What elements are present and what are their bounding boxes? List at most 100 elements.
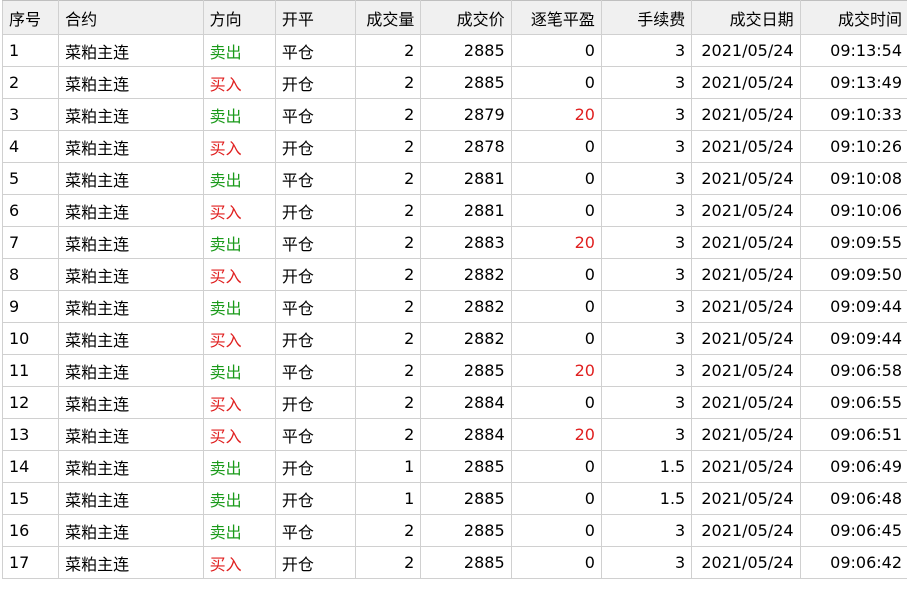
cell-contract: 菜粕主连: [58, 130, 204, 163]
cell-qty: 2: [355, 514, 422, 547]
cell-open-close: 开仓: [274, 130, 357, 163]
cell-price: 2885: [420, 66, 512, 99]
table-row[interactable]: 13 菜粕主连 买入 平仓 2 2884 20 3 2021/05/24 09:06:51: [1, 418, 907, 451]
cell-open-close: 开仓: [274, 546, 357, 579]
cell-time: 09:06:42: [799, 546, 907, 579]
cell-time: 09:10:33: [799, 98, 907, 131]
cell-seq: 15: [1, 482, 60, 515]
table-row[interactable]: 5 菜粕主连 卖出 平仓 2 2881 0 3 2021/05/24 09:10:08: [1, 162, 907, 195]
cell-date: 2021/05/24: [691, 514, 801, 547]
cell-contract: 菜粕主连: [58, 354, 204, 387]
col-header-seq[interactable]: 序号: [1, 0, 60, 35]
cell-open-close: 开仓: [274, 66, 357, 99]
cell-pnl: 0: [510, 130, 602, 163]
cell-price: 2882: [420, 258, 512, 291]
cell-seq: 6: [1, 194, 60, 227]
col-header-fee[interactable]: 手续费: [600, 0, 693, 35]
cell-fee: 3: [600, 322, 693, 355]
cell-fee: 1.5: [600, 482, 693, 515]
cell-fee: 3: [600, 290, 693, 323]
cell-open-close: 开仓: [274, 386, 357, 419]
cell-price: 2884: [420, 418, 512, 451]
cell-side: 卖出: [202, 226, 276, 259]
cell-fee: 3: [600, 66, 693, 99]
cell-qty: 2: [355, 162, 422, 195]
table-row[interactable]: 10 菜粕主连 买入 开仓 2 2882 0 3 2021/05/24 09:09:44: [1, 322, 907, 355]
cell-seq: 11: [1, 354, 60, 387]
cell-open-close: 平仓: [274, 162, 357, 195]
cell-pnl: 0: [510, 450, 602, 483]
cell-date: 2021/05/24: [691, 290, 801, 323]
cell-side: 买入: [202, 66, 276, 99]
col-header-contract[interactable]: 合约: [58, 0, 204, 35]
cell-contract: 菜粕主连: [58, 34, 204, 67]
table-header: 序号 合约 方向 开平 成交量 成交价 逐笔平盈 手续费 成交日期 成交时间: [1, 0, 907, 35]
cell-pnl: 0: [510, 258, 602, 291]
cell-fee: 3: [600, 130, 693, 163]
cell-contract: 菜粕主连: [58, 98, 204, 131]
cell-pnl: 0: [510, 514, 602, 547]
col-header-qty[interactable]: 成交量: [355, 0, 422, 35]
table-row[interactable]: 11 菜粕主连 卖出 平仓 2 2885 20 3 2021/05/24 09:06:58: [1, 354, 907, 387]
table-row[interactable]: 3 菜粕主连 卖出 平仓 2 2879 20 3 2021/05/24 09:10:33: [1, 98, 907, 131]
cell-date: 2021/05/24: [691, 226, 801, 259]
cell-qty: 2: [355, 66, 422, 99]
cell-pnl: 20: [510, 354, 602, 387]
cell-contract: 菜粕主连: [58, 546, 204, 579]
cell-price: 2881: [420, 194, 512, 227]
table-row[interactable]: 6 菜粕主连 买入 开仓 2 2881 0 3 2021/05/24 09:10:06: [1, 194, 907, 227]
table-row[interactable]: 2 菜粕主连 买入 开仓 2 2885 0 3 2021/05/24 09:13:49: [1, 66, 907, 99]
cell-contract: 菜粕主连: [58, 450, 204, 483]
cell-side: 卖出: [202, 514, 276, 547]
cell-open-close: 平仓: [274, 514, 357, 547]
cell-fee: 1.5: [600, 450, 693, 483]
col-header-time[interactable]: 成交时间: [799, 0, 907, 35]
cell-time: 09:09:44: [799, 290, 907, 323]
cell-side: 买入: [202, 322, 276, 355]
col-header-price[interactable]: 成交价: [420, 0, 512, 35]
table-row[interactable]: 17 菜粕主连 买入 开仓 2 2885 0 3 2021/05/24 09:06:42: [1, 546, 907, 579]
cell-date: 2021/05/24: [691, 450, 801, 483]
table-row[interactable]: 15 菜粕主连 卖出 开仓 1 2885 0 1.5 2021/05/24 09:06:48: [1, 482, 907, 515]
col-header-date[interactable]: 成交日期: [691, 0, 801, 35]
cell-qty: 2: [355, 322, 422, 355]
cell-time: 09:10:26: [799, 130, 907, 163]
cell-date: 2021/05/24: [691, 546, 801, 579]
table-row[interactable]: 12 菜粕主连 买入 开仓 2 2884 0 3 2021/05/24 09:06:55: [1, 386, 907, 419]
table-row[interactable]: 9 菜粕主连 卖出 平仓 2 2882 0 3 2021/05/24 09:09:44: [1, 290, 907, 323]
table-row[interactable]: 8 菜粕主连 买入 开仓 2 2882 0 3 2021/05/24 09:09:50: [1, 258, 907, 291]
cell-date: 2021/05/24: [691, 354, 801, 387]
cell-pnl: 0: [510, 482, 602, 515]
cell-fee: 3: [600, 226, 693, 259]
cell-time: 09:09:50: [799, 258, 907, 291]
cell-price: 2878: [420, 130, 512, 163]
table-row[interactable]: 7 菜粕主连 卖出 平仓 2 2883 20 3 2021/05/24 09:09:55: [1, 226, 907, 259]
cell-side: 卖出: [202, 162, 276, 195]
cell-time: 09:06:49: [799, 450, 907, 483]
cell-seq: 9: [1, 290, 60, 323]
cell-price: 2882: [420, 290, 512, 323]
cell-pnl: 20: [510, 98, 602, 131]
col-header-pnl[interactable]: 逐笔平盈: [510, 0, 602, 35]
table-row[interactable]: 1 菜粕主连 卖出 平仓 2 2885 0 3 2021/05/24 09:13:54: [1, 34, 907, 67]
cell-pnl: 20: [510, 226, 602, 259]
table-row[interactable]: 4 菜粕主连 买入 开仓 2 2878 0 3 2021/05/24 09:10:26: [1, 130, 907, 163]
cell-open-close: 开仓: [274, 258, 357, 291]
table-body: 1 菜粕主连 卖出 平仓 2 2885 0 3 2021/05/24 09:13:54 2 菜粕主连买…: [1, 34, 907, 579]
cell-pnl: 0: [510, 386, 602, 419]
cell-price: 2882: [420, 322, 512, 355]
table-row[interactable]: 16 菜粕主连 卖出 平仓 2 2885 0 3 2021/05/24 09:06:45: [1, 514, 907, 547]
cell-seq: 4: [1, 130, 60, 163]
cell-qty: 1: [355, 450, 422, 483]
col-header-side[interactable]: 方向: [202, 0, 276, 35]
cell-seq: 3: [1, 98, 60, 131]
table-row[interactable]: 14 菜粕主连 卖出 开仓 1 2885 0 1.5 2021/05/24 09:06:49: [1, 450, 907, 483]
cell-open-close: 开仓: [274, 482, 357, 515]
cell-contract: 菜粕主连: [58, 162, 204, 195]
cell-pnl: 20: [510, 418, 602, 451]
cell-seq: 2: [1, 66, 60, 99]
cell-open-close: 开仓: [274, 194, 357, 227]
cell-side: 买入: [202, 258, 276, 291]
cell-pnl: 0: [510, 194, 602, 227]
col-header-open-close[interactable]: 开平: [274, 0, 357, 35]
